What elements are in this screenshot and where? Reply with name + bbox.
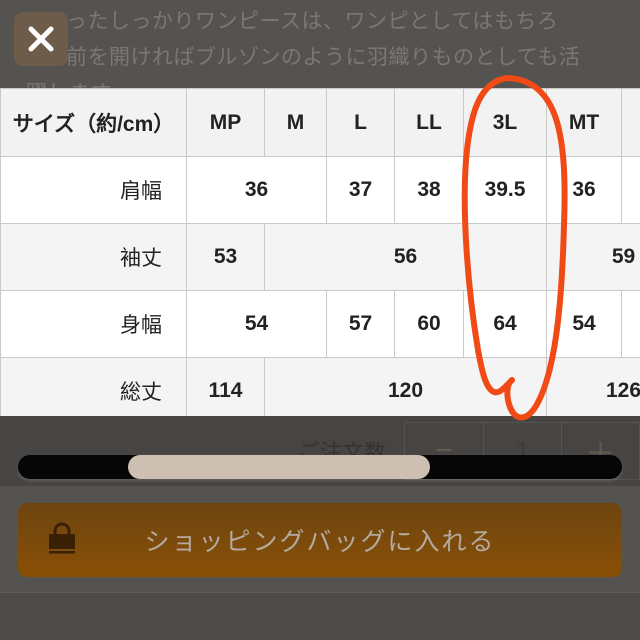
column-header-extra [621, 88, 640, 157]
cell-katahaba-3l: 39.5 [463, 156, 547, 224]
add-to-shopping-bag-button[interactable]: ショッピングバッグに入れる [18, 503, 622, 577]
size-chart-container[interactable]: サイズ（約/cm） MP M L LL 3L MT 肩幅 36 37 38 39… [0, 88, 640, 416]
cell-katahaba-l: 37 [326, 156, 395, 224]
shopping-bag-icon [49, 522, 75, 554]
scrollbar-thumb[interactable] [128, 455, 430, 479]
cell-katahaba-mt: 36 [546, 156, 622, 224]
size-chart-head: サイズ（約/cm） MP M L LL 3L MT [0, 88, 640, 157]
cell-mihaba-l: 57 [326, 290, 395, 358]
cell-sodetake-m-3l: 56 [264, 223, 547, 291]
column-header-mt: MT [546, 88, 622, 157]
app-screen: ったしっかりワンピースは、ワンピとしてはもちろ 前を開ければブルゾンのように羽織… [0, 0, 640, 640]
column-header-l: L [326, 88, 395, 157]
row-label-soutake: 総丈 [0, 357, 187, 416]
row-label-sodetake: 袖丈 [0, 223, 187, 291]
column-header-mp: MP [186, 88, 265, 157]
table-row: 総丈 114 120 126 [0, 357, 640, 416]
cell-katahaba-extra [621, 156, 640, 224]
column-header-size: サイズ（約/cm） [0, 88, 187, 157]
cell-mihaba-ll: 60 [394, 290, 464, 358]
row-label-katahaba: 肩幅 [0, 156, 187, 224]
table-row: 袖丈 53 56 59 [0, 223, 640, 291]
description-line-2: 前を開ければブルゾンのように羽織りものとしても活 [66, 46, 581, 69]
size-chart-body: 肩幅 36 37 38 39.5 36 袖丈 53 56 59 身幅 54 57… [0, 156, 640, 416]
cell-katahaba-ll: 38 [394, 156, 464, 224]
cell-katahaba-mp: 36 [186, 156, 327, 224]
table-row: 肩幅 36 37 38 39.5 36 [0, 156, 640, 224]
cell-mihaba-mt: 54 [546, 290, 622, 358]
cell-sodetake-mp: 53 [186, 223, 265, 291]
cell-soutake-mp: 114 [186, 357, 265, 416]
add-to-bag-label: ショッピングバッグに入れる [144, 528, 496, 556]
description-line-1: ったしっかりワンピースは、ワンピとしてはもちろ [66, 10, 559, 33]
row-label-mihaba: 身幅 [0, 290, 187, 358]
column-header-ll: LL [394, 88, 464, 157]
size-chart-table: サイズ（約/cm） MP M L LL 3L MT 肩幅 36 37 38 39… [0, 88, 640, 416]
cell-sodetake-mt: 59 [546, 223, 640, 291]
cell-mihaba-mp: 54 [186, 290, 327, 358]
lower-dim-region [0, 592, 640, 640]
cell-soutake-m-3l: 120 [264, 357, 547, 416]
column-header-m: M [264, 88, 327, 157]
table-row: 身幅 54 57 60 64 54 [0, 290, 640, 358]
cell-mihaba-3l: 64 [463, 290, 547, 358]
close-icon [28, 26, 54, 52]
cell-mihaba-extra [621, 290, 640, 358]
table-header-row: サイズ（約/cm） MP M L LL 3L MT [0, 88, 640, 157]
column-header-3l: 3L [463, 88, 547, 157]
cell-soutake-mt: 126 [546, 357, 640, 416]
horizontal-scrollbar[interactable] [18, 455, 622, 479]
close-button[interactable] [14, 12, 68, 66]
